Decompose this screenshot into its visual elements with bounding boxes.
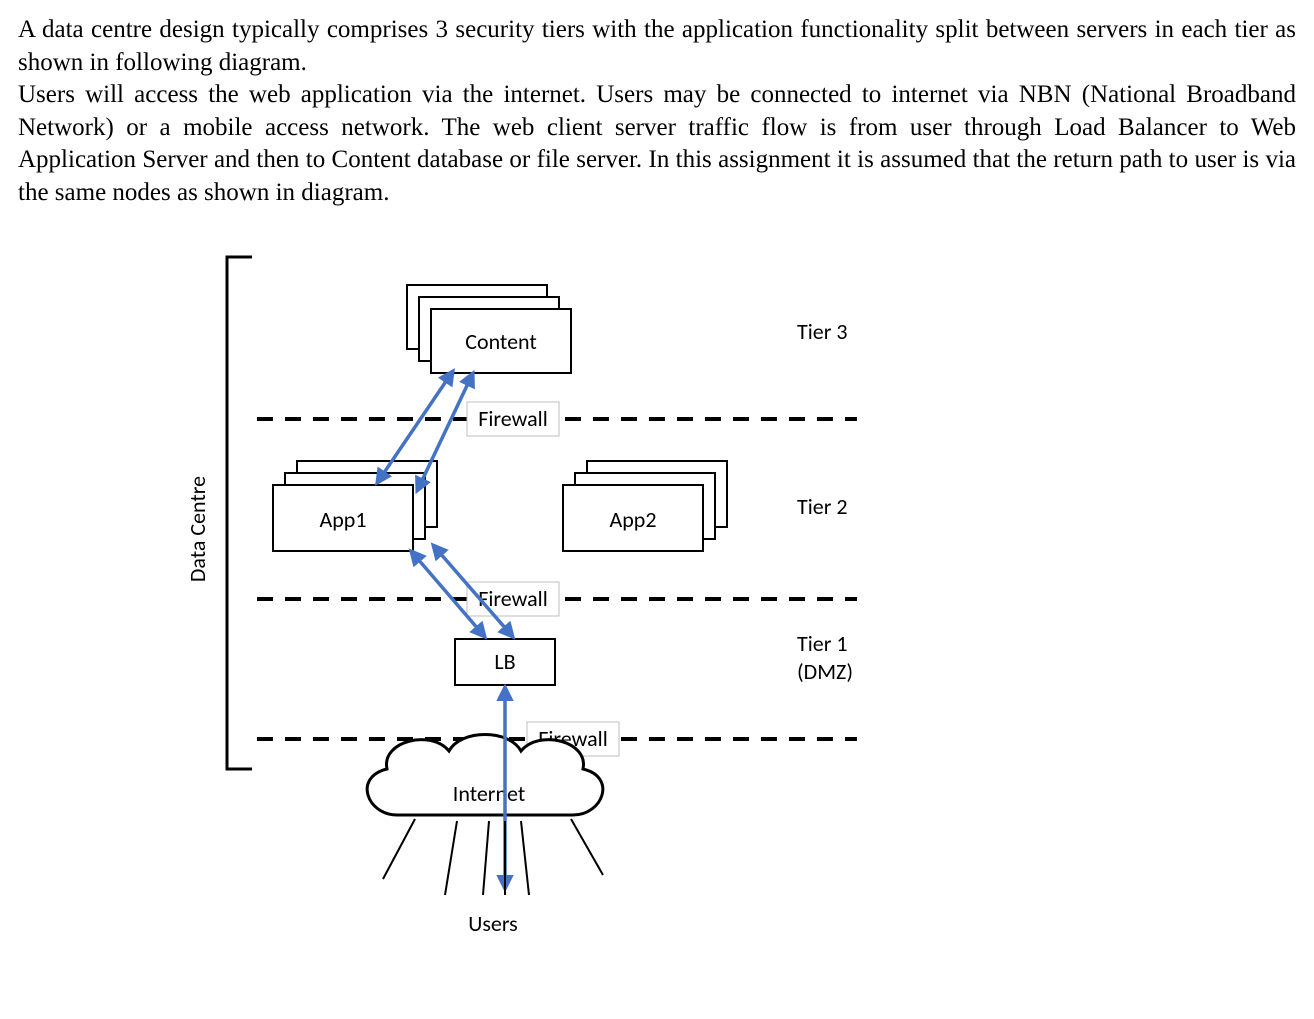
- diagram-svg: Data Centre Tier 3 Content Firewall Tier…: [157, 239, 1157, 979]
- app1-node: App1: [273, 461, 437, 551]
- users-icon: [383, 819, 603, 895]
- paragraph-2: Users will access the web application vi…: [18, 81, 1296, 206]
- flow-app1-content-2: [417, 373, 473, 491]
- lb-label: LB: [494, 648, 515, 675]
- app2-label: App2: [610, 506, 657, 533]
- tier1-label-line2: (DMZ): [797, 658, 853, 685]
- intro-text: A data centre design typically comprises…: [18, 14, 1296, 209]
- app1-label: App1: [320, 506, 367, 533]
- tier3-label: Tier 3: [797, 318, 848, 345]
- tier1-label-line1: Tier 1: [797, 630, 848, 657]
- content-node: Content: [407, 285, 571, 373]
- paragraph-1: A data centre design typically comprises…: [18, 16, 1296, 76]
- tier2-label: Tier 2: [797, 493, 848, 520]
- content-label: Content: [465, 328, 537, 355]
- users-label: Users: [468, 910, 518, 937]
- firewall-label-t3-t2: Firewall: [478, 405, 548, 432]
- app2-node: App2: [563, 461, 727, 551]
- page: A data centre design typically comprises…: [0, 0, 1314, 1019]
- data-centre-diagram: Data Centre Tier 3 Content Firewall Tier…: [157, 239, 1157, 979]
- bracket-icon: [227, 257, 252, 769]
- internet-cloud: Internet: [367, 735, 603, 816]
- bracket-label: Data Centre: [184, 476, 211, 582]
- lb-node: LB: [455, 639, 555, 685]
- internet-label: Internet: [453, 780, 525, 807]
